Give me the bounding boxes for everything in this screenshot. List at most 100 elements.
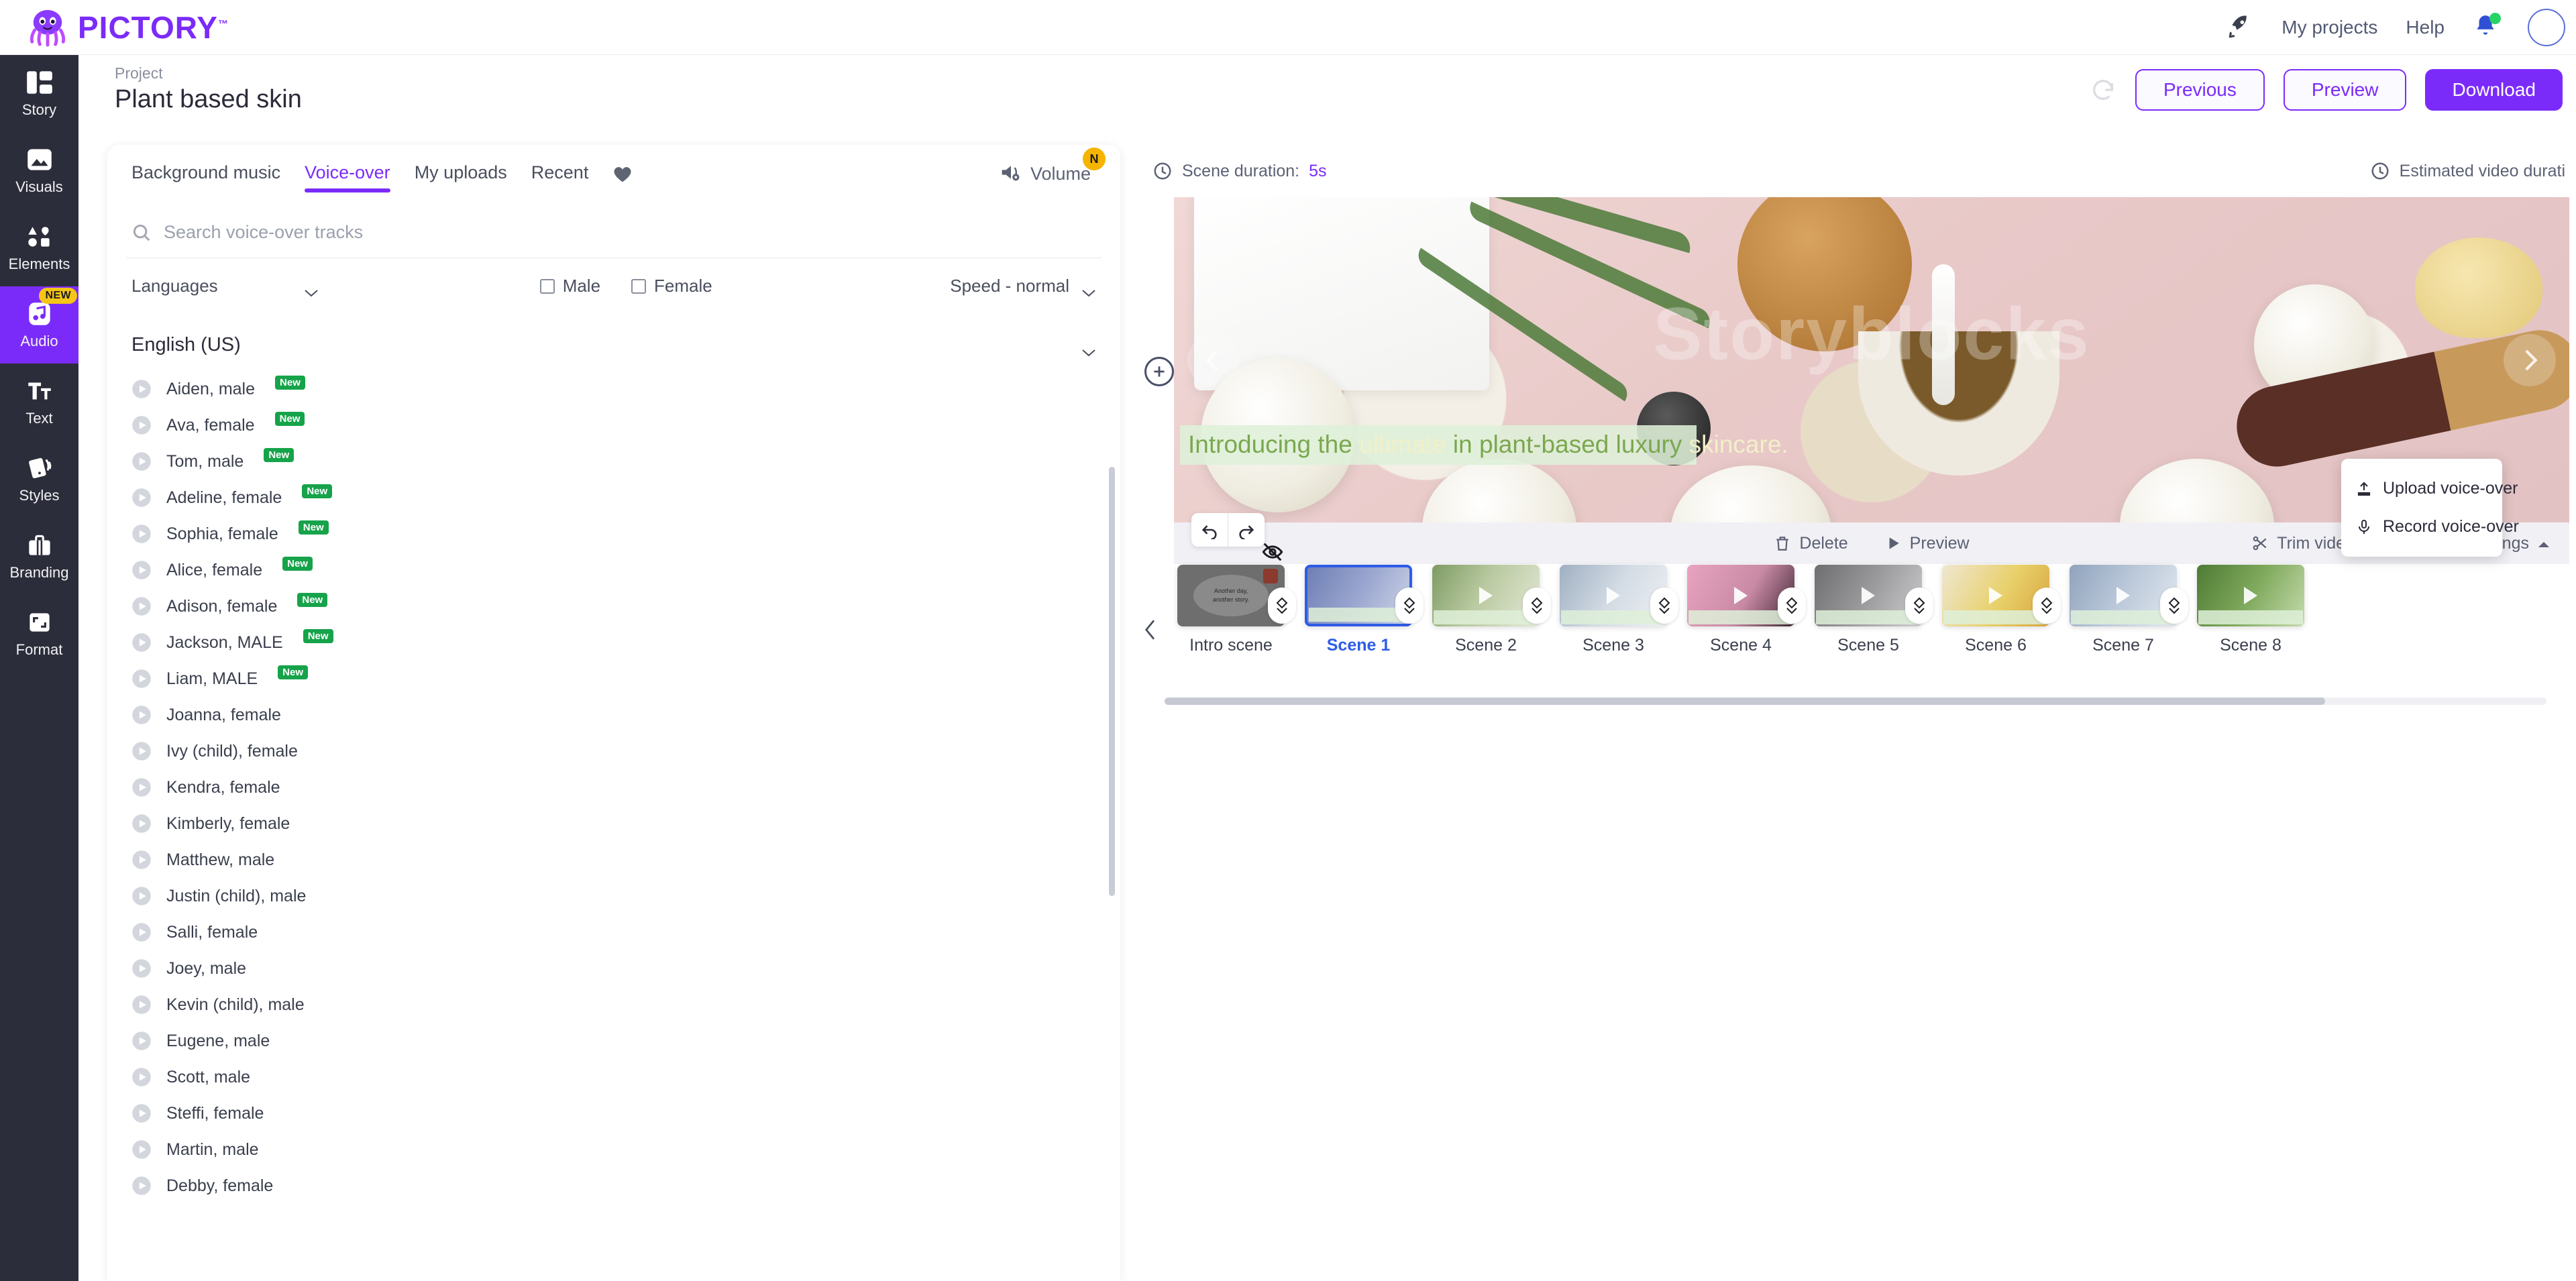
voice-list-item[interactable]: Kendra, female	[131, 769, 1096, 805]
play-icon[interactable]	[131, 850, 152, 870]
timeline-scrollbar[interactable]	[1165, 698, 2325, 705]
transition-diamond-icon[interactable]	[1905, 588, 1933, 624]
help-link[interactable]: Help	[2406, 17, 2445, 38]
preview-button[interactable]: Preview	[2283, 69, 2407, 111]
next-scene-arrow[interactable]	[2504, 333, 2556, 386]
languages-dropdown[interactable]: Languages	[131, 276, 319, 296]
play-icon[interactable]	[131, 995, 152, 1015]
transition-diamond-icon[interactable]	[1778, 588, 1806, 624]
play-icon[interactable]	[131, 741, 152, 761]
transition-diamond-icon[interactable]	[2160, 588, 2188, 624]
voice-list-item[interactable]: Kevin (child), male	[131, 987, 1096, 1023]
voice-list-item[interactable]: Liam, MALE New	[131, 661, 1096, 697]
voice-list-item[interactable]: Ava, female New	[131, 407, 1096, 443]
timeline-scene-cell[interactable]: Scene 2	[1422, 547, 1551, 655]
tab-my-uploads[interactable]: My uploads	[415, 162, 507, 192]
voice-list-item[interactable]: Salli, female	[131, 914, 1096, 950]
voice-list-item[interactable]: Eugene, male	[131, 1023, 1096, 1059]
voice-list-item[interactable]: Adison, female New	[131, 588, 1096, 624]
tab-voice-over[interactable]: Voice-over	[305, 162, 390, 192]
voice-list-item[interactable]: Kimberly, female	[131, 805, 1096, 842]
female-checkbox[interactable]: Female	[631, 276, 712, 296]
play-icon[interactable]	[131, 705, 152, 725]
voice-list-item[interactable]: Joanna, female	[131, 697, 1096, 733]
panel-scrollbar[interactable]	[1109, 467, 1115, 896]
voice-list-item[interactable]: Martin, male	[131, 1131, 1096, 1168]
timeline-scene-cell[interactable]: Scene 1	[1295, 547, 1424, 655]
eye-off-icon[interactable]	[1261, 542, 1284, 562]
play-icon[interactable]	[131, 1176, 152, 1196]
play-icon[interactable]	[131, 958, 152, 979]
record-voiceover-item[interactable]: Record voice-over	[2341, 508, 2519, 546]
notification-bell-icon[interactable]	[2473, 12, 2501, 42]
timeline-scene-cell[interactable]: Another day, another story. Intro scene	[1167, 543, 1296, 655]
refresh-icon[interactable]	[2090, 76, 2116, 103]
transition-diamond-icon[interactable]	[1268, 588, 1296, 624]
voice-list-item[interactable]: Joey, male	[131, 950, 1096, 987]
previous-button[interactable]: Previous	[2135, 69, 2265, 111]
play-icon[interactable]	[131, 814, 152, 834]
brand-logo[interactable]: PICTORY™	[27, 8, 229, 47]
language-group-header[interactable]: English (US)	[131, 334, 1096, 356]
speed-dropdown[interactable]: Speed - normal	[950, 276, 1096, 296]
sidebar-item-visuals[interactable]: Visuals	[0, 132, 78, 209]
play-icon[interactable]	[131, 1067, 152, 1087]
voice-list-item[interactable]: Debby, female	[131, 1168, 1096, 1204]
voice-list-item[interactable]: Matthew, male	[131, 842, 1096, 878]
play-icon[interactable]	[131, 596, 152, 616]
play-icon[interactable]	[131, 886, 152, 906]
voice-list-item[interactable]: Aiden, male New	[131, 371, 1096, 407]
voice-list-item[interactable]: Justin (child), male	[131, 878, 1096, 914]
play-icon[interactable]	[131, 777, 152, 797]
timeline-scene-cell[interactable]: Scene 5	[1805, 547, 1933, 655]
voice-list-item[interactable]: Adeline, female New	[131, 480, 1096, 516]
play-icon[interactable]	[131, 669, 152, 689]
heart-icon[interactable]	[612, 165, 633, 184]
timeline-scene-cell[interactable]: Scene 6	[1932, 547, 2061, 655]
transition-diamond-icon[interactable]	[2033, 588, 2061, 624]
tab-recent[interactable]: Recent	[531, 162, 589, 192]
voice-list-item[interactable]: Tom, male New	[131, 443, 1096, 480]
play-icon[interactable]	[131, 379, 152, 399]
sidebar-item-audio[interactable]: NEW Audio	[0, 286, 78, 364]
male-checkbox[interactable]: Male	[539, 276, 600, 296]
play-icon[interactable]	[131, 451, 152, 471]
undo-button[interactable]	[1191, 513, 1228, 547]
timeline-scene-cell[interactable]: Scene 3	[1550, 547, 1678, 655]
play-icon[interactable]	[131, 1139, 152, 1160]
play-icon[interactable]	[131, 1031, 152, 1051]
transition-diamond-icon[interactable]	[1523, 588, 1551, 624]
my-projects-link[interactable]: My projects	[2282, 17, 2377, 38]
transition-diamond-icon[interactable]	[1650, 588, 1678, 624]
voice-list-item[interactable]: Alice, female New	[131, 552, 1096, 588]
play-icon[interactable]	[131, 524, 152, 544]
voice-list-item[interactable]: Ivy (child), female	[131, 733, 1096, 769]
timeline-scene-cell[interactable]: Scene 4	[1677, 547, 1806, 655]
timeline-scene-cell[interactable]: Scene 7	[2059, 547, 2188, 655]
sidebar-item-branding[interactable]: Branding	[0, 518, 78, 595]
voice-list-item[interactable]: Scott, male	[131, 1059, 1096, 1095]
search-input[interactable]	[164, 222, 1032, 243]
add-scene-button[interactable]	[1144, 357, 1174, 386]
sidebar-item-story[interactable]: Story	[0, 55, 78, 132]
redo-button[interactable]	[1228, 513, 1265, 547]
volume-control[interactable]: N Volume	[1000, 148, 1106, 186]
play-icon[interactable]	[131, 415, 152, 435]
rocket-icon[interactable]	[2225, 13, 2253, 42]
voice-list-item[interactable]: Steffi, female	[131, 1095, 1096, 1131]
upload-voiceover-item[interactable]: Upload voice-over	[2341, 469, 2518, 508]
voice-list-item[interactable]: Sophia, female New	[131, 516, 1096, 552]
transition-diamond-icon[interactable]	[1395, 588, 1424, 624]
sidebar-item-text[interactable]: Text	[0, 364, 78, 441]
play-icon[interactable]	[131, 560, 152, 580]
voice-list-item[interactable]: Jackson, MALE New	[131, 624, 1096, 661]
avatar[interactable]	[2528, 8, 2565, 46]
play-icon[interactable]	[131, 488, 152, 508]
sidebar-item-elements[interactable]: Elements	[0, 209, 78, 286]
sidebar-item-format[interactable]: Format	[0, 595, 78, 672]
previous-scene-arrow[interactable]	[1187, 333, 1240, 386]
tab-background-music[interactable]: Background music	[131, 162, 280, 192]
download-button[interactable]: Download	[2425, 69, 2563, 111]
play-icon[interactable]	[131, 632, 152, 653]
timeline-scene-cell[interactable]: Scene 8	[2187, 547, 2314, 655]
